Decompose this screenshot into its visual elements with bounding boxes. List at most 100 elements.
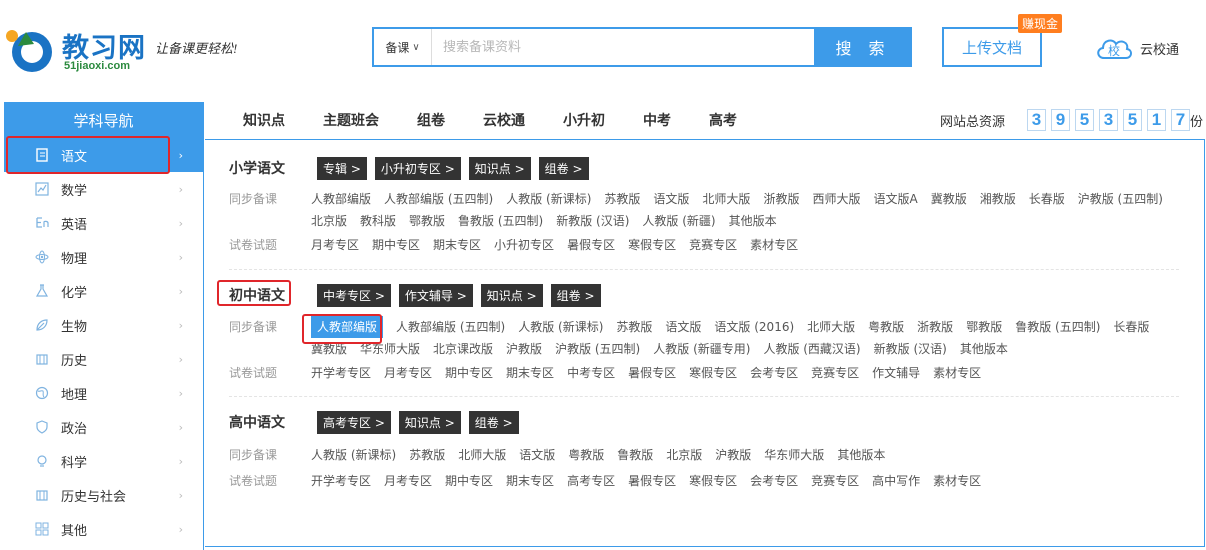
edition-link[interactable]: 语文版 [519,444,555,466]
tab-class-meeting[interactable]: 主题班会 [323,110,379,130]
tab-yunxiaotong[interactable]: 云校通 [483,110,525,130]
edition-link[interactable]: 其他版本 [960,338,1008,360]
exam-link[interactable]: 期中专区 [445,362,493,384]
edition-link[interactable]: 长春版 [1029,188,1065,210]
edition-link[interactable]: 其他版本 [729,210,777,232]
earn-cash-badge[interactable]: 赚现金 [1018,14,1063,33]
edition-link[interactable]: 人教版 (新课标) [506,188,591,210]
edition-link[interactable]: 人教版 (新疆专用) [653,338,750,360]
edition-link[interactable]: 苏教版 [616,316,652,338]
exam-link[interactable]: 暑假专区 [628,470,676,492]
exam-link[interactable]: 中考专区 [567,362,615,384]
edition-link[interactable]: 人教部编版 (五四制) [396,316,505,338]
tab-gaokao[interactable]: 高考 [709,110,737,130]
edition-link[interactable]: 鄂教版 [966,316,1002,338]
exam-link[interactable]: 会考专区 [750,470,798,492]
edition-link[interactable]: 教科版 [360,210,396,232]
exam-link[interactable]: 月考专区 [384,362,432,384]
exam-link[interactable]: 开学考专区 [311,362,371,384]
sidebar-item-english[interactable]: 英语 › [4,206,203,240]
site-logo[interactable]: 教习网 51jiaoxi.com 让备课更轻松! [4,20,274,80]
exam-link[interactable]: 开学考专区 [311,470,371,492]
edition-link[interactable]: 人教部编版 (五四制) [384,188,493,210]
sidebar-item-physics[interactable]: 物理 › [4,240,203,274]
search-category-select[interactable]: 备课 ∨ [374,29,432,65]
sidebar-item-science[interactable]: 科学 › [4,444,203,478]
sidebar-item-biology[interactable]: 生物 › [4,308,203,342]
section-title[interactable]: 初中语文 [229,285,317,305]
tag-zhongkao[interactable]: 中考专区 > [317,283,391,307]
tag-knowledge-points[interactable]: 知识点 > [398,410,461,434]
exam-link[interactable]: 竞赛专区 [811,362,859,384]
edition-link[interactable]: 浙教版 [763,188,799,210]
edition-link[interactable]: 鲁教版 (五四制) [458,210,543,232]
edition-link[interactable]: 湘教版 [980,188,1016,210]
sidebar-item-geography[interactable]: 地理 › [4,376,203,410]
tab-compose-paper[interactable]: 组卷 [417,110,445,130]
exam-link[interactable]: 作文辅导 [872,362,920,384]
exam-link[interactable]: 月考专区 [311,234,359,256]
edition-link[interactable]: 长春版 [1113,316,1149,338]
yunxiaotong-link[interactable]: 校 云校通 [1094,32,1179,64]
exam-link[interactable]: 期末专区 [506,470,554,492]
exam-link[interactable]: 竞赛专区 [689,234,737,256]
tag-junior-entry[interactable]: 小升初专区 > [374,156,461,180]
edition-link[interactable]: 粤教版 [568,444,604,466]
upload-document-button[interactable]: 上传文档 [942,27,1042,67]
sidebar-item-chinese[interactable]: 语文 › [4,138,203,172]
edition-link[interactable]: 浙教版 [917,316,953,338]
search-input[interactable] [432,29,814,65]
sidebar-item-politics[interactable]: 政治 › [4,410,203,444]
edition-link[interactable]: 粤教版 [868,316,904,338]
exam-link[interactable]: 寒假专区 [689,362,737,384]
edition-link[interactable]: 鲁教版 [617,444,653,466]
edition-link[interactable]: 北京课改版 [433,338,493,360]
edition-link[interactable]: 人教版 (西藏汉语) [763,338,860,360]
sidebar-item-math[interactable]: 数学 › [4,172,203,206]
exam-link[interactable]: 月考专区 [384,470,432,492]
edition-link[interactable]: 人教版 (新疆) [642,210,715,232]
exam-link[interactable]: 会考专区 [750,362,798,384]
tag-compose-paper[interactable]: 组卷 > [538,156,589,180]
exam-link[interactable]: 竞赛专区 [811,470,859,492]
edition-link[interactable]: 华东师大版 [764,444,824,466]
edition-link[interactable]: 语文版A [873,188,917,210]
exam-link[interactable]: 暑假专区 [567,234,615,256]
section-title[interactable]: 小学语文 [229,158,317,178]
edition-link[interactable]: 北京版 [666,444,702,466]
tag-knowledge-points[interactable]: 知识点 > [468,156,531,180]
sidebar-item-chemistry[interactable]: 化学 › [4,274,203,308]
edition-link[interactable]: 沪教版 [715,444,751,466]
exam-link[interactable]: 素材专区 [750,234,798,256]
edition-link[interactable]: 新教版 (汉语) [556,210,629,232]
edition-link[interactable]: 苏教版 [409,444,445,466]
tag-gaokao[interactable]: 高考专区 > [317,410,391,434]
edition-link[interactable]: 北师大版 [807,316,855,338]
tag-compose-paper[interactable]: 组卷 > [550,283,601,307]
edition-link[interactable]: 沪教版 [506,338,542,360]
tag-album[interactable]: 专辑 > [317,156,367,180]
edition-link[interactable]: 鄂教版 [409,210,445,232]
tag-composition[interactable]: 作文辅导 > [398,283,473,307]
exam-link[interactable]: 期中专区 [372,234,420,256]
edition-link[interactable]: 沪教版 (五四制) [555,338,640,360]
edition-link-selected[interactable]: 人教部编版 [311,316,384,338]
sidebar-item-other[interactable]: 其他 › [4,512,203,546]
edition-link[interactable]: 其他版本 [837,444,885,466]
edition-link[interactable]: 苏教版 [604,188,640,210]
edition-link[interactable]: 华东师大版 [360,338,420,360]
edition-link[interactable]: 鲁教版 (五四制) [1015,316,1100,338]
tab-junior-entry[interactable]: 小升初 [563,110,605,130]
search-button[interactable]: 搜 索 [814,27,912,67]
edition-link[interactable]: 人教版 (新课标) [518,316,603,338]
exam-link[interactable]: 素材专区 [933,470,981,492]
edition-link[interactable]: 冀教版 [311,338,347,360]
edition-link[interactable]: 语文版 [653,188,689,210]
exam-link[interactable]: 暑假专区 [628,362,676,384]
exam-link[interactable]: 寒假专区 [628,234,676,256]
tag-knowledge-points[interactable]: 知识点 > [480,283,543,307]
section-title[interactable]: 高中语文 [229,412,317,432]
exam-link[interactable]: 寒假专区 [689,470,737,492]
exam-link[interactable]: 期末专区 [506,362,554,384]
edition-link[interactable]: 北京版 [311,210,347,232]
